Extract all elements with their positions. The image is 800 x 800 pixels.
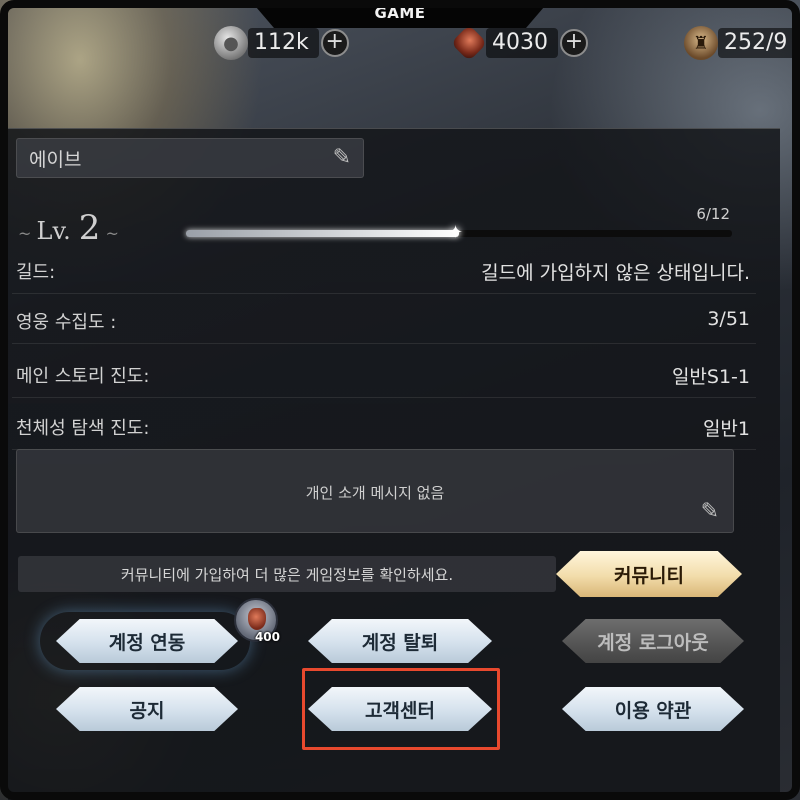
logout-button[interactable]: 계정 로그아웃 (562, 619, 744, 663)
sparkle-icon: ✦ (448, 222, 464, 243)
community-prompt: 커뮤니티에 가입하여 더 많은 게임정보를 확인하세요. (120, 566, 454, 584)
edit-intro-icon[interactable]: ✎ (701, 499, 719, 524)
community-prompt-bar: 커뮤니티에 가입하여 더 많은 게임정보를 확인하세요. (18, 556, 556, 592)
red-gem-icon (248, 608, 266, 630)
stat-label: 영웅 수집도 : (16, 312, 117, 333)
game-profile-screen: GAME ● 112k + 4030 + ♜ 252/9 에이브 ✎ ~ Lv.… (0, 0, 800, 800)
stamina-icon: ♜ (684, 26, 718, 60)
stat-label: 길드: (16, 262, 56, 283)
level-prefix: Lv. (36, 217, 71, 245)
highlight-box (302, 668, 500, 750)
stat-value: 일반1 (702, 418, 750, 440)
level-number: 2 (78, 208, 101, 248)
stat-value: 길드에 가입하지 않은 상태입니다. (481, 262, 750, 284)
level-display: ~ Lv. 2 ~ (18, 208, 119, 248)
edit-name-icon[interactable]: ✎ (333, 145, 351, 170)
exp-bar-fill (186, 230, 459, 237)
gem-value: 4030 (486, 28, 558, 58)
exp-counter: 6/12 (696, 205, 730, 223)
notice-button[interactable]: 공지 (56, 687, 238, 731)
link-reward-badge: 400 (234, 598, 280, 644)
intro-message: 개인 소개 메시지 없음 (305, 484, 445, 502)
stamina-currency: ♜ 252/9 (684, 24, 798, 62)
red-gem-icon (450, 24, 488, 62)
stat-value: 3/51 (707, 308, 750, 330)
player-name-box: 에이브 ✎ (16, 138, 364, 178)
stat-label: 메인 스토리 진도: (16, 366, 150, 387)
stamina-value: 252/9 (718, 28, 798, 58)
stat-value: 일반S1-1 (671, 366, 750, 388)
level-ornament-left: ~ (18, 224, 37, 243)
add-silver-button[interactable]: + (320, 29, 349, 57)
intro-message-box[interactable]: 개인 소개 메시지 없음 ✎ (16, 449, 734, 533)
exp-bar: ✦ (186, 222, 732, 243)
player-name: 에이브 (29, 149, 82, 171)
stat-label: 천체성 탐색 진도: (16, 418, 150, 439)
stat-row-guild: 길드: 길드에 가입하지 않은 상태입니다. (12, 252, 756, 294)
screen-label: GAME (250, 0, 550, 28)
stat-row-hero-collection: 영웅 수집도 : 3/51 (12, 302, 756, 344)
stat-row-main-story: 메인 스토리 진도: 일반S1-1 (12, 356, 756, 398)
account-delete-button[interactable]: 계정 탈퇴 (308, 619, 492, 663)
silver-value: 112k (248, 28, 319, 58)
account-link-button[interactable]: 계정 연동 (56, 619, 238, 663)
add-gem-button[interactable]: + (560, 29, 588, 57)
gem-currency: 4030 + (450, 24, 588, 62)
reward-count: 400 (254, 630, 280, 644)
stat-row-celestial-exploration: 천체성 탐색 진도: 일반1 (12, 408, 756, 450)
silver-coin-icon: ● (214, 26, 248, 60)
terms-button[interactable]: 이용 약관 (562, 687, 744, 731)
level-ornament-right: ~ (100, 224, 119, 243)
community-button[interactable]: 커뮤니티 (556, 551, 742, 597)
silver-currency: ● 112k + (214, 24, 349, 62)
